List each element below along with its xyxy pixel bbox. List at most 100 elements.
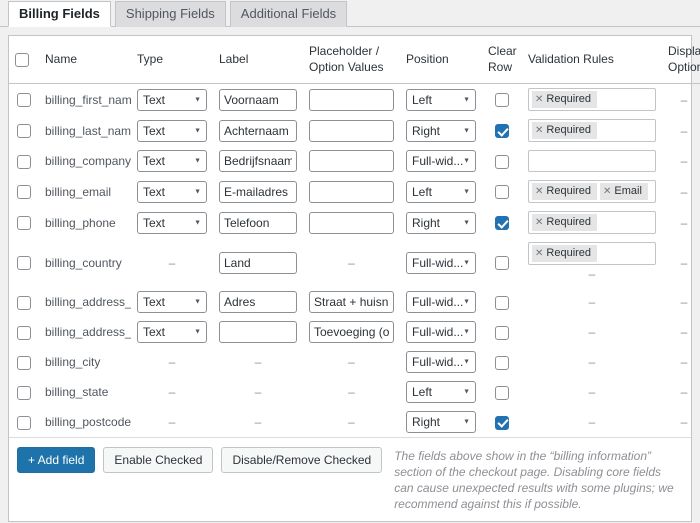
field-position-select[interactable]: Left ▼ <box>406 88 476 111</box>
row-select-checkbox[interactable] <box>17 154 31 169</box>
validation-token[interactable]: ✕ Required <box>532 214 598 232</box>
clear-row-checkbox[interactable] <box>495 295 509 310</box>
clear-row-checkbox[interactable] <box>495 93 509 108</box>
field-type-select[interactable]: Text ▼ <box>137 119 207 142</box>
disable-remove-checked-button[interactable]: Disable/Remove Checked <box>221 447 383 474</box>
validation-rules-input[interactable]: ✕ Required <box>528 211 656 235</box>
field-position-select[interactable]: Full-wid... ▼ <box>406 321 476 344</box>
clear-row-checkbox[interactable] <box>495 256 509 271</box>
field-position-select[interactable]: Full-wid... ▼ <box>406 251 476 274</box>
clear-row-checkbox[interactable] <box>495 325 509 340</box>
field-label-input[interactable] <box>219 119 297 142</box>
header-display-options-line1: Display <box>668 44 700 58</box>
validation-token[interactable]: ✕ Required <box>532 245 598 263</box>
remove-token-icon[interactable]: ✕ <box>535 184 543 199</box>
validation-rules-cell: – <box>522 347 662 377</box>
field-placeholder-input[interactable] <box>309 150 394 173</box>
field-position-select[interactable]: Right ▼ <box>406 119 476 142</box>
validation-rules-input[interactable]: ✕ Required <box>528 242 656 266</box>
remove-token-icon[interactable]: ✕ <box>535 246 543 261</box>
tab-additional-fields[interactable]: Additional Fields <box>229 1 348 27</box>
field-position-select[interactable]: Right ▼ <box>406 211 476 234</box>
validation-token[interactable]: ✕ Required <box>532 122 598 140</box>
field-position-select[interactable]: Full-wid... ▼ <box>406 150 476 173</box>
field-name-link[interactable]: billing_email <box>39 176 131 207</box>
clear-row-checkbox[interactable] <box>495 415 509 430</box>
row-select-checkbox[interactable] <box>17 185 31 200</box>
field-type-select[interactable]: Text ▼ <box>137 321 207 344</box>
remove-token-icon[interactable]: ✕ <box>535 92 543 107</box>
field-placeholder-input[interactable] <box>309 321 394 344</box>
select-all-checkbox[interactable] <box>15 52 29 67</box>
clear-row-checkbox[interactable] <box>495 124 509 139</box>
field-name-link[interactable]: billing_state <box>39 377 131 407</box>
tab-shipping-fields[interactable]: Shipping Fields <box>114 1 226 27</box>
field-name-link[interactable]: billing_postcode <box>39 407 131 437</box>
field-label-input[interactable] <box>219 211 297 234</box>
validation-rules-input[interactable] <box>528 150 656 173</box>
field-placeholder-input[interactable] <box>309 291 394 314</box>
field-name-link[interactable]: billing_city <box>39 347 131 377</box>
add-field-button[interactable]: + Add field <box>17 447 96 474</box>
field-type-select[interactable]: Text ▼ <box>137 88 207 111</box>
clear-row-checkbox[interactable] <box>495 355 509 370</box>
clear-row-checkbox[interactable] <box>495 185 509 200</box>
remove-token-icon[interactable]: ✕ <box>535 215 543 230</box>
validation-token[interactable]: ✕ Required <box>532 91 598 109</box>
field-name-link[interactable]: billing_phone <box>39 207 131 238</box>
row-select-checkbox[interactable] <box>17 216 31 231</box>
field-name-link[interactable]: billing_address_1 <box>39 287 131 317</box>
chevron-down-icon: ▼ <box>463 298 470 306</box>
field-label-input[interactable] <box>219 321 297 344</box>
row-select-checkbox[interactable] <box>17 325 31 340</box>
field-placeholder-input[interactable] <box>309 180 394 203</box>
table-row: billing_address_2Text▼Full-wid...▼–– <box>9 317 700 347</box>
enable-checked-button[interactable]: Enable Checked <box>103 447 214 474</box>
field-label-input[interactable] <box>219 180 297 203</box>
row-select-checkbox[interactable] <box>17 295 31 310</box>
field-name-link[interactable]: billing_country <box>39 238 131 287</box>
field-label-input[interactable] <box>219 150 297 173</box>
validation-rules-input[interactable]: ✕ Required <box>528 88 656 112</box>
validation-token[interactable]: ✕ Required <box>532 183 598 201</box>
validation-rules-input[interactable]: ✕ Required ✕ Email <box>528 180 656 204</box>
field-name-link[interactable]: billing_first_name <box>39 84 131 116</box>
clear-row-checkbox[interactable] <box>495 385 509 400</box>
field-placeholder-input[interactable] <box>309 119 394 142</box>
field-type-select[interactable]: Text ▼ <box>137 150 207 173</box>
row-select-checkbox[interactable] <box>17 355 31 370</box>
validation-token[interactable]: ✕ Email <box>600 183 648 201</box>
row-select-cell <box>9 238 39 287</box>
field-name-link[interactable]: billing_address_2 <box>39 317 131 347</box>
tab-billing-fields[interactable]: Billing Fields <box>8 1 111 27</box>
chevron-down-icon: ▼ <box>194 219 201 227</box>
field-type-select[interactable]: Text ▼ <box>137 180 207 203</box>
field-placeholder-input[interactable] <box>309 88 394 111</box>
remove-token-icon[interactable]: ✕ <box>603 184 611 199</box>
remove-token-icon[interactable]: ✕ <box>535 123 543 138</box>
clear-row-checkbox[interactable] <box>495 154 509 169</box>
row-select-checkbox[interactable] <box>17 124 31 139</box>
field-position-select[interactable]: Full-wid... ▼ <box>406 291 476 314</box>
field-position-select[interactable]: Left ▼ <box>406 180 476 203</box>
field-type-select[interactable]: Text ▼ <box>137 211 207 234</box>
field-placeholder-input[interactable] <box>309 211 394 234</box>
validation-rules-input[interactable]: ✕ Required <box>528 119 656 143</box>
validation-rules-cell: – <box>522 287 662 317</box>
field-label-input[interactable] <box>219 291 297 314</box>
header-position: Position <box>400 36 482 85</box>
row-select-checkbox[interactable] <box>17 415 31 430</box>
field-type-value: Text <box>143 184 166 199</box>
field-label-input[interactable] <box>219 88 297 111</box>
field-name-link[interactable]: billing_last_name <box>39 115 131 146</box>
row-select-checkbox[interactable] <box>17 256 31 271</box>
row-select-checkbox[interactable] <box>17 93 31 108</box>
field-label-input[interactable] <box>219 251 297 274</box>
field-type-select[interactable]: Text ▼ <box>137 291 207 314</box>
field-name-link[interactable]: billing_company <box>39 146 131 176</box>
field-position-select[interactable]: Full-wid... ▼ <box>406 351 476 374</box>
field-position-select[interactable]: Left ▼ <box>406 381 476 404</box>
row-select-checkbox[interactable] <box>17 385 31 400</box>
field-position-select[interactable]: Right ▼ <box>406 411 476 434</box>
clear-row-checkbox[interactable] <box>495 216 509 231</box>
